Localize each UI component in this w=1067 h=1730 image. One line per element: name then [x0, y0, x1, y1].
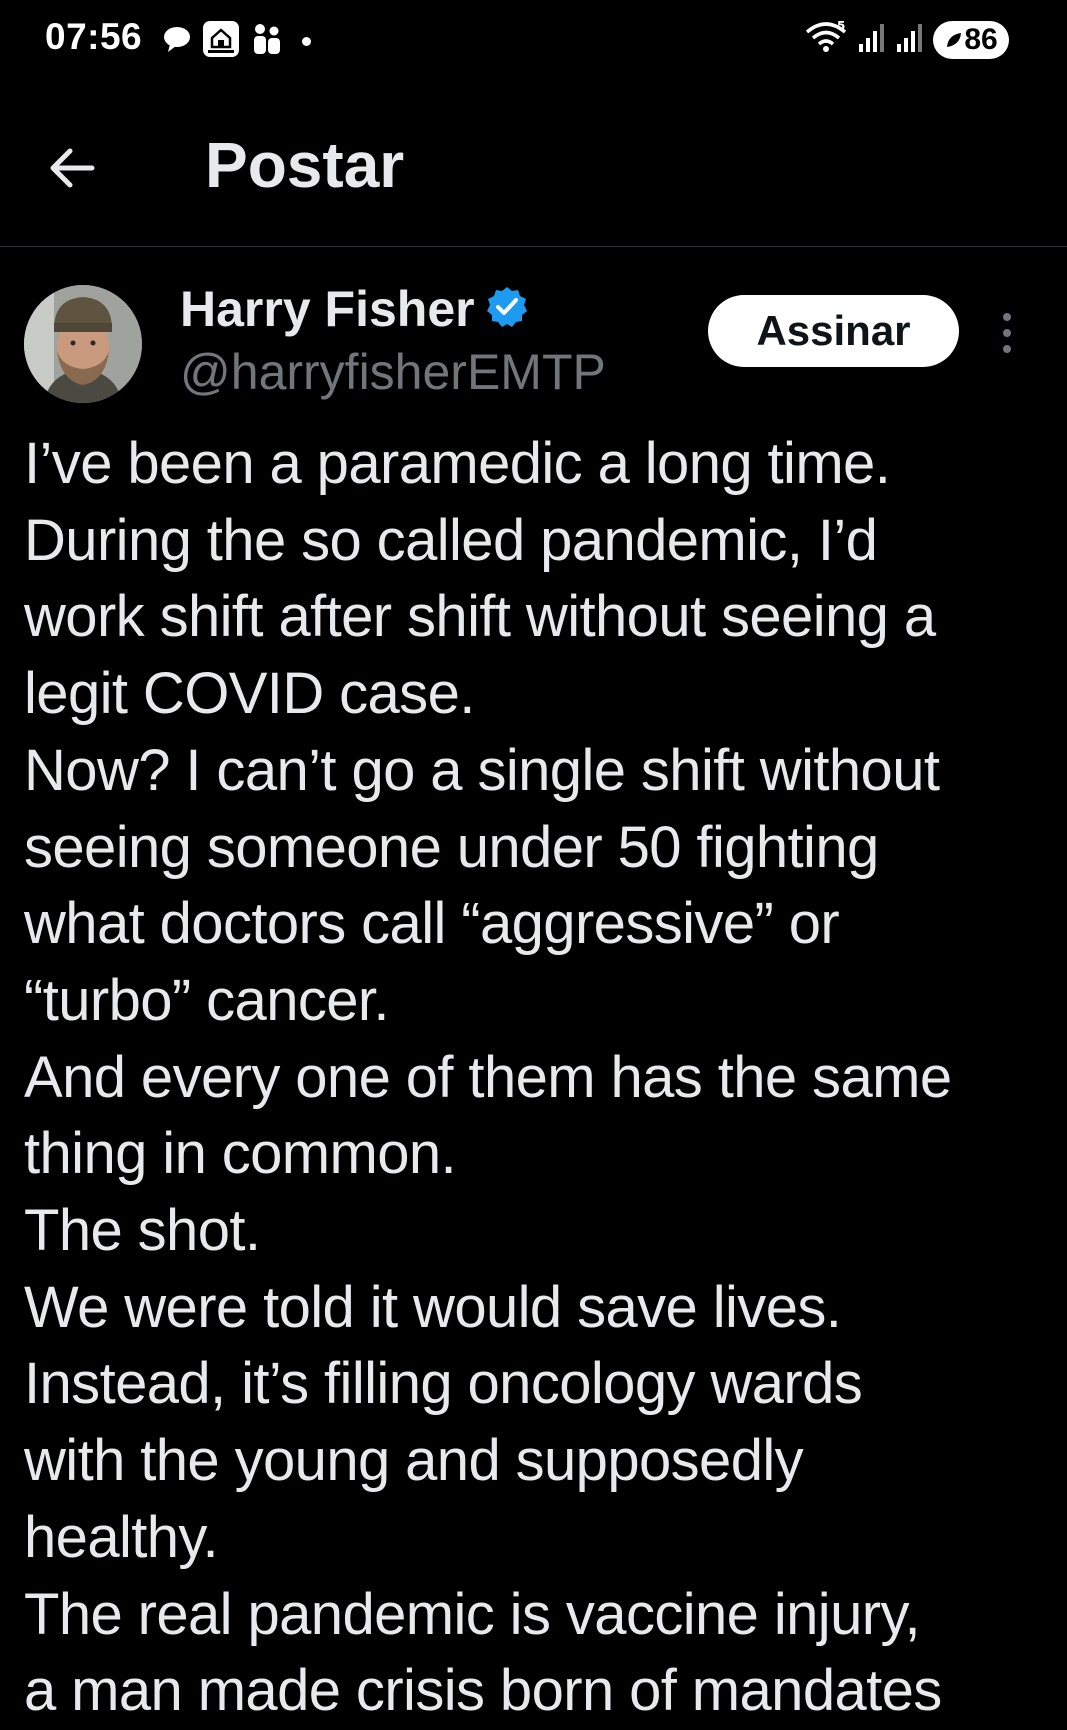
post-text-line: We were told it would save lives.	[24, 1274, 842, 1340]
post-text-line: work shift after shift without seeing a	[24, 584, 936, 650]
post-text-line: Now? I can’t go a single shift without	[24, 737, 940, 803]
post-text-line: I’ve been a paramedic a long time.	[24, 431, 891, 496]
avatar[interactable]	[24, 285, 142, 403]
page-title: Postar	[205, 129, 405, 201]
wifi-icon: 5	[803, 19, 849, 59]
signal-icon-2	[895, 20, 925, 59]
post-text-line: what doctors call “aggressive” or	[24, 891, 840, 957]
author-handle[interactable]: @harryfisherEMTP	[180, 343, 606, 401]
more-dot-icon	[1003, 345, 1011, 353]
author-name[interactable]: Harry Fisher	[180, 280, 475, 338]
status-bar: 07:56 5 86	[0, 0, 1067, 84]
post-author: Harry Fisher @harryfisherEMTP Assinar	[0, 247, 1067, 417]
post-text-line: thing in common.	[24, 1121, 457, 1187]
post-text: I’ve been a paramedic a long time. Durin…	[24, 426, 1044, 1730]
more-options-button[interactable]	[992, 305, 1022, 361]
battery-indicator: 86	[933, 20, 1009, 59]
signal-icon-1	[857, 20, 887, 59]
top-header: Postar	[0, 84, 1067, 247]
post-text-line: legit COVID case.	[24, 661, 475, 727]
notification-icons	[162, 20, 311, 63]
post-text-line: And every one of them has the same	[24, 1044, 952, 1110]
post-text-line: “turbo” cancer.	[24, 967, 390, 1033]
back-arrow-icon	[50, 148, 95, 188]
subscribe-button[interactable]: Assinar	[708, 295, 959, 367]
verified-badge-icon	[485, 285, 529, 334]
post-text-line: a man made crisis born of mandates	[24, 1658, 942, 1724]
post-text-line: During the so called pandemic, I’d	[24, 507, 878, 573]
people-icon	[250, 22, 284, 61]
system-status-icons: 5 86	[803, 19, 1009, 59]
battery-saver-icon	[947, 32, 962, 47]
back-button[interactable]	[40, 136, 104, 200]
svg-text:5: 5	[837, 20, 845, 33]
home-app-icon	[202, 20, 240, 63]
post-text-line: The shot.	[24, 1198, 261, 1264]
post-text-line: The real pandemic is vaccine injury,	[24, 1581, 921, 1647]
more-notifications-dot	[302, 37, 311, 46]
status-time: 07:56	[45, 16, 143, 57]
chat-bubble-icon	[162, 24, 192, 59]
post-text-line: Instead, it’s filling oncology wards	[24, 1351, 863, 1417]
post-text-line: seeing someone under 50 fighting	[24, 814, 879, 880]
battery-level: 86	[964, 22, 998, 56]
author-name-line: Harry Fisher	[180, 280, 529, 338]
more-dot-icon	[1003, 313, 1011, 321]
more-dot-icon	[1003, 329, 1011, 337]
post-text-line: healthy.	[24, 1504, 219, 1570]
post-text-line: with the young and supposedly	[24, 1428, 804, 1494]
